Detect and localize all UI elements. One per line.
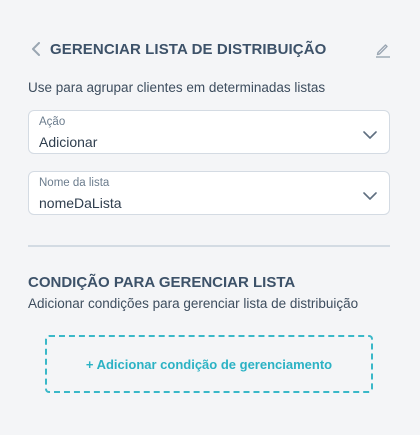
list-name-field[interactable]: Nome da lista nomeDaLista [28,171,390,215]
panel-subtitle: Use para agrupar clientes em determinada… [28,80,326,95]
page-title: GERENCIAR LISTA DE DISTRIBUIÇÃO [50,40,327,58]
manage-distribution-list-panel: GERENCIAR LISTA DE DISTRIBUIÇÃO Use para… [0,0,420,435]
list-name-field-value: nomeDaLista [39,195,122,211]
list-name-field-label: Nome da lista [39,177,110,189]
add-condition-button[interactable]: + Adicionar condição de gerenciamento [45,335,373,393]
action-select-value: Adicionar [39,134,98,150]
pencil-icon[interactable] [374,40,392,58]
chevron-down-icon [363,188,377,200]
condition-section-title: CONDIÇÃO PARA GERENCIAR LISTA [28,274,296,291]
section-divider [28,245,390,247]
panel-header: GERENCIAR LISTA DE DISTRIBUIÇÃO [28,38,394,60]
chevron-down-icon [363,127,377,139]
action-select-label: Ação [39,116,66,128]
action-select[interactable]: Ação Adicionar [28,110,390,154]
add-condition-label: + Adicionar condição de gerenciamento [85,356,333,372]
chevron-left-icon[interactable] [28,41,44,57]
condition-section-description: Adicionar condições para gerenciar lista… [28,296,359,311]
